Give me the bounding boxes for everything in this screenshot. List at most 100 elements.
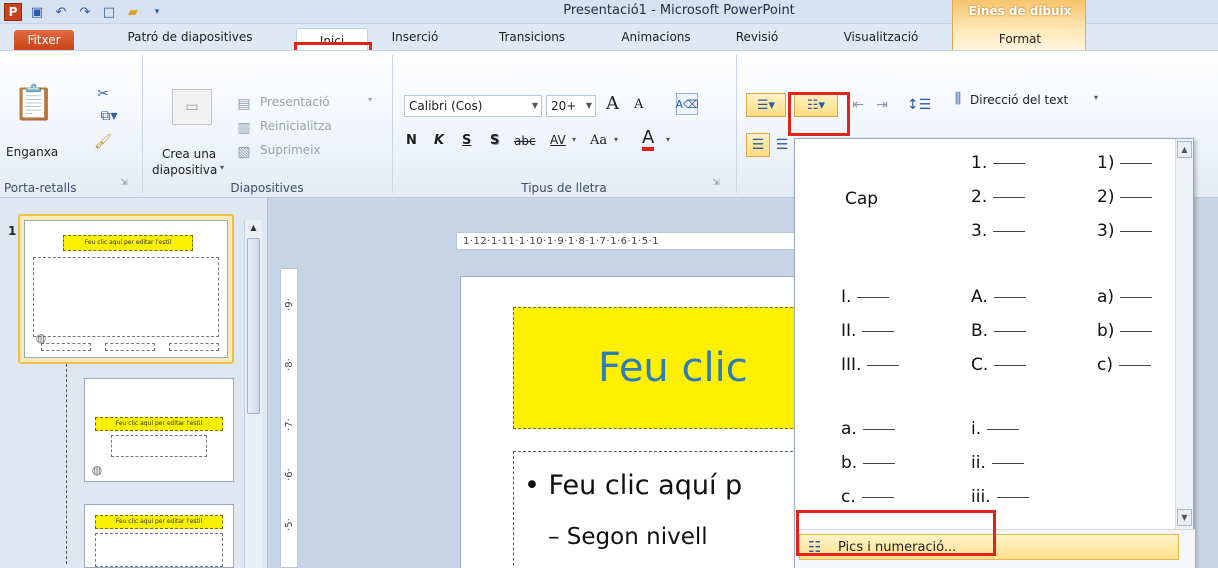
- numbering-option-arabic-paren[interactable]: 1): [1097, 153, 1153, 173]
- slide-body-placeholder[interactable]: • Feu clic aquí p – Segon nivell: [513, 451, 813, 568]
- numbering-option-alpha-lower-paren[interactable]: c): [1097, 355, 1151, 375]
- paste-icon[interactable]: 📋: [13, 81, 55, 125]
- align-left-button[interactable]: ☰: [746, 133, 770, 157]
- chevron-down-icon[interactable]: ▾: [1094, 93, 1098, 102]
- scroll-down-icon[interactable]: ▼: [1177, 509, 1192, 526]
- slide-thumbnail-1[interactable]: Feu clic aquí per editar l'estil ◍: [24, 220, 228, 358]
- slide-title-placeholder[interactable]: Feu clic: [513, 307, 813, 429]
- undo-icon[interactable]: ↶: [52, 3, 70, 21]
- bullets-and-numbering-menu-item[interactable]: ☷ Pics i numeració...: [799, 534, 1179, 560]
- shadow-button[interactable]: S: [490, 133, 499, 148]
- numbering-option-arabic-dot[interactable]: 2.: [971, 187, 1026, 207]
- numbering-option-roman-lower[interactable]: i.: [971, 419, 1020, 439]
- numbering-option-arabic-paren[interactable]: 2): [1097, 187, 1153, 207]
- number-label: b.: [841, 453, 858, 473]
- grow-font-button[interactable]: A: [606, 93, 619, 114]
- numbering-option-arabic-dot[interactable]: 3.: [971, 221, 1026, 241]
- numbering-option-roman-upper[interactable]: I.: [841, 287, 890, 307]
- dialog-launcher-icon[interactable]: ⇲: [710, 177, 722, 189]
- new-document-icon[interactable]: □: [100, 3, 118, 21]
- numbering-option-alpha-lower[interactable]: b.: [841, 453, 896, 473]
- numbering-option-alpha-lower[interactable]: a.: [841, 419, 895, 439]
- chevron-down-icon[interactable]: ▾: [666, 135, 670, 144]
- numbering-option-none[interactable]: Cap: [845, 189, 878, 209]
- numbering-button[interactable]: ☷▾: [794, 93, 838, 117]
- font-name-combo[interactable]: Calibri (Cos) ▼: [404, 95, 542, 117]
- chevron-down-icon[interactable]: ▾: [220, 163, 224, 172]
- numbering-option-arabic-paren[interactable]: 3): [1097, 221, 1153, 241]
- clear-formatting-icon[interactable]: A⌫: [675, 93, 699, 115]
- gallery-scrollbar[interactable]: ▲ ▼: [1175, 139, 1193, 529]
- dialog-launcher-icon[interactable]: ⇲: [118, 177, 130, 189]
- text-direction-button[interactable]: Direcció del text: [970, 93, 1068, 107]
- numbering-option-arabic-dot[interactable]: 1.: [971, 153, 1026, 173]
- align-center-icon[interactable]: ☰: [772, 133, 792, 157]
- italic-button[interactable]: K: [434, 133, 444, 148]
- bullet-level-2: – Segon nivell: [548, 524, 708, 550]
- numbering-option-alpha-upper[interactable]: C.: [971, 355, 1027, 375]
- horizontal-ruler: 1·12·1·11·1·10·1·9·1·8·1·7·1·6·1·5·1: [456, 232, 798, 250]
- scroll-up-icon[interactable]: ▲: [1177, 141, 1192, 158]
- chevron-down-icon[interactable]: ▾: [614, 135, 618, 144]
- format-painter-icon[interactable]: 🖌: [94, 133, 112, 151]
- increase-indent-icon[interactable]: ⇥: [872, 95, 892, 115]
- slide-thumbnails-panel[interactable]: 1 Feu clic aquí per editar l'estil ◍ Feu…: [0, 198, 268, 568]
- bullets-button[interactable]: ☰▾: [746, 93, 786, 117]
- number-label: b): [1097, 321, 1115, 341]
- tab-slide-master[interactable]: Patró de diapositives: [110, 24, 270, 50]
- tab-transitions[interactable]: Transicions: [478, 24, 586, 50]
- shrink-font-button[interactable]: A: [634, 97, 643, 112]
- numbering-option-alpha-lower-paren[interactable]: b): [1097, 321, 1153, 341]
- scrollbar-thumb[interactable]: [247, 238, 260, 414]
- font-size-combo[interactable]: 20+ ▼: [546, 95, 596, 117]
- new-slide-label-1[interactable]: Crea una: [162, 147, 216, 161]
- thumbnails-scrollbar[interactable]: ▲: [244, 220, 262, 568]
- numbering-option-roman-lower[interactable]: iii.: [971, 487, 1029, 507]
- new-slide-label-2[interactable]: diapositiva: [152, 163, 217, 177]
- tab-home[interactable]: Inici: [296, 28, 368, 52]
- numbering-option-roman-upper[interactable]: II.: [841, 321, 895, 341]
- char-spacing-button[interactable]: AV: [550, 133, 566, 147]
- font-color-button[interactable]: A: [642, 129, 655, 151]
- numbering-option-roman-lower[interactable]: ii.: [971, 453, 1024, 473]
- numbering-option-alpha-lower[interactable]: c.: [841, 487, 894, 507]
- paste-button[interactable]: Enganxa: [6, 145, 58, 159]
- text-direction-icon[interactable]: ⫼: [948, 89, 968, 109]
- underline-button[interactable]: S: [462, 133, 471, 148]
- numbering-option-alpha-lower-paren[interactable]: a): [1097, 287, 1153, 307]
- slide-canvas[interactable]: Feu clic • Feu clic aquí p – Segon nivel…: [460, 276, 813, 568]
- powerpoint-logo-icon[interactable]: P: [4, 3, 22, 21]
- cut-icon[interactable]: ✂: [94, 85, 112, 103]
- customize-qat-icon[interactable]: ▾: [148, 3, 166, 21]
- tab-file[interactable]: Fitxer: [14, 30, 74, 50]
- numbering-option-roman-upper[interactable]: III.: [841, 355, 900, 375]
- scroll-up-icon[interactable]: ▲: [245, 220, 262, 234]
- new-slide-icon[interactable]: ▭: [172, 89, 212, 125]
- number-label: C.: [971, 355, 989, 375]
- chevron-down-icon: ▾: [368, 95, 373, 104]
- redo-icon[interactable]: ↷: [76, 3, 94, 21]
- tab-review[interactable]: Revisió: [722, 24, 792, 50]
- chevron-down-icon[interactable]: ▼: [586, 101, 592, 110]
- chevron-down-icon[interactable]: ▼: [532, 101, 538, 110]
- slide-thumbnail-3[interactable]: Feu clic aquí per editar l'estil: [84, 504, 234, 568]
- decrease-indent-icon[interactable]: ⇤: [848, 95, 868, 115]
- thumbnail-footer: [169, 343, 219, 351]
- tab-view[interactable]: Visualització: [822, 24, 940, 50]
- copy-icon[interactable]: ⧉▾: [94, 107, 124, 125]
- numbering-option-alpha-upper[interactable]: A.: [971, 287, 1026, 307]
- tab-insert[interactable]: Inserció: [378, 24, 452, 50]
- bold-button[interactable]: N: [406, 133, 417, 148]
- open-folder-icon[interactable]: ▰: [124, 3, 142, 21]
- tab-animations[interactable]: Animacions: [606, 24, 706, 50]
- save-icon[interactable]: ▣: [28, 3, 46, 21]
- slide-thumbnail-2[interactable]: Feu clic aquí per editar l'estil ◍: [84, 378, 234, 482]
- menu-item-label: Pics i numeració...: [838, 539, 957, 555]
- strikethrough-button[interactable]: abc: [514, 134, 536, 148]
- line-spacing-icon[interactable]: ↕☰: [906, 95, 932, 115]
- change-case-button[interactable]: Aa: [590, 133, 607, 148]
- chevron-down-icon[interactable]: ▾: [572, 135, 576, 144]
- thumbnail-title: Feu clic aquí per editar l'estil: [95, 417, 223, 431]
- tab-format[interactable]: Format: [980, 28, 1060, 50]
- numbering-option-alpha-upper[interactable]: B.: [971, 321, 1027, 341]
